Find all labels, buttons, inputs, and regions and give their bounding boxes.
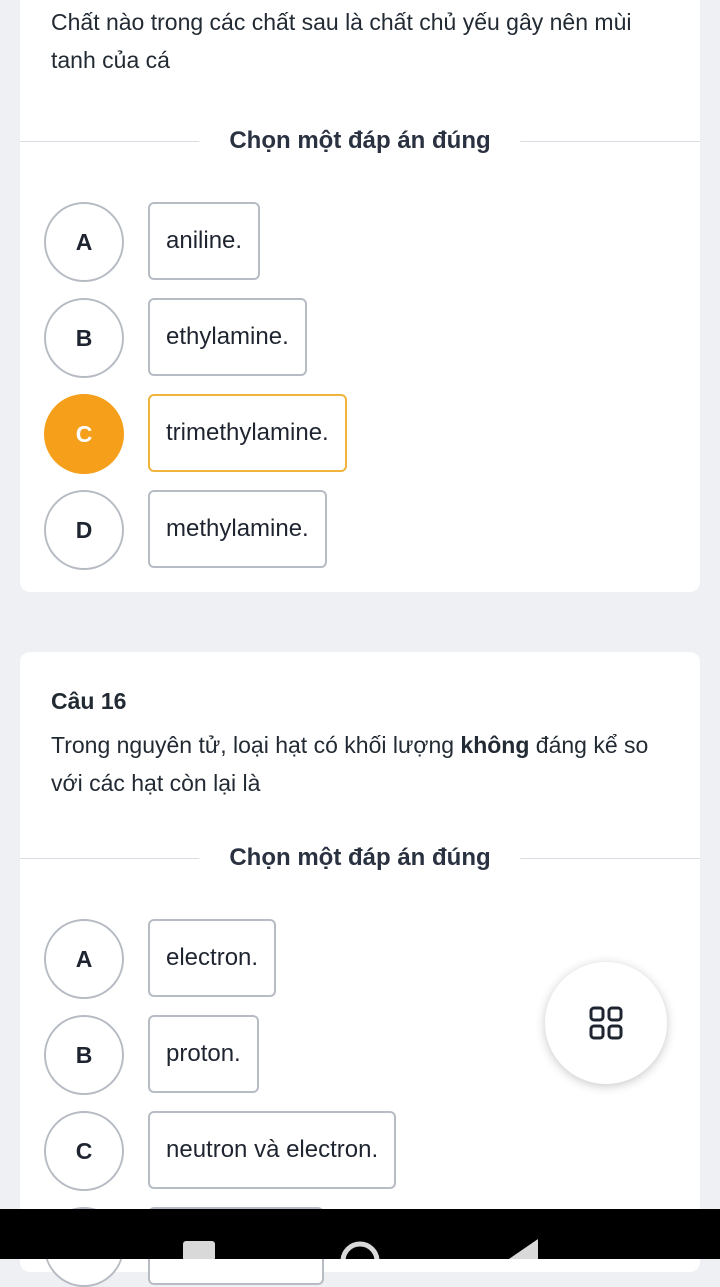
option-letter[interactable]: A bbox=[44, 919, 124, 999]
option-text[interactable]: electron. bbox=[148, 919, 277, 997]
option-text[interactable]: proton. bbox=[148, 1015, 259, 1093]
system-nav-bar bbox=[0, 1209, 720, 1281]
nav-icons bbox=[183, 1239, 538, 1281]
choose-one-label: Chọn một đáp án đúng bbox=[199, 127, 521, 155]
option-letter[interactable]: B bbox=[44, 298, 124, 378]
question-grid-button[interactable] bbox=[545, 962, 667, 1084]
question-number: Câu 16 bbox=[51, 688, 127, 714]
question-text: Trong nguyên tử, loại hạt có khối lượng … bbox=[51, 726, 660, 802]
question-text-bold: không bbox=[460, 732, 530, 758]
option-text[interactable]: trimethylamine. bbox=[148, 394, 347, 472]
option-text[interactable]: methylamine. bbox=[148, 490, 327, 568]
option-text[interactable]: ethylamine. bbox=[148, 298, 307, 376]
option-letter[interactable]: B bbox=[44, 1015, 124, 1095]
option-letter[interactable]: A bbox=[44, 202, 124, 282]
grid-icon bbox=[589, 1006, 623, 1040]
question-text-part: Trong nguyên tử, loại hạt có khối lượng bbox=[51, 732, 461, 758]
home-icon[interactable] bbox=[340, 1241, 380, 1281]
question-card-1: Chất nào trong các chất sau là chất chủ … bbox=[20, 0, 700, 592]
back-icon[interactable] bbox=[506, 1239, 538, 1261]
question-text: Chất nào trong các chất sau là chất chủ … bbox=[51, 9, 632, 73]
option-letter[interactable]: C bbox=[44, 394, 124, 474]
recents-icon[interactable] bbox=[183, 1241, 215, 1261]
option-text[interactable]: neutron và electron. bbox=[148, 1111, 397, 1189]
divider: Chọn một đáp án đúng bbox=[20, 127, 700, 155]
option-letter[interactable]: C bbox=[44, 1111, 124, 1191]
choose-one-label: Chọn một đáp án đúng bbox=[199, 844, 521, 872]
option-text[interactable]: aniline. bbox=[148, 202, 261, 280]
option-letter[interactable]: D bbox=[44, 490, 124, 570]
divider: Chọn một đáp án đúng bbox=[20, 844, 700, 872]
